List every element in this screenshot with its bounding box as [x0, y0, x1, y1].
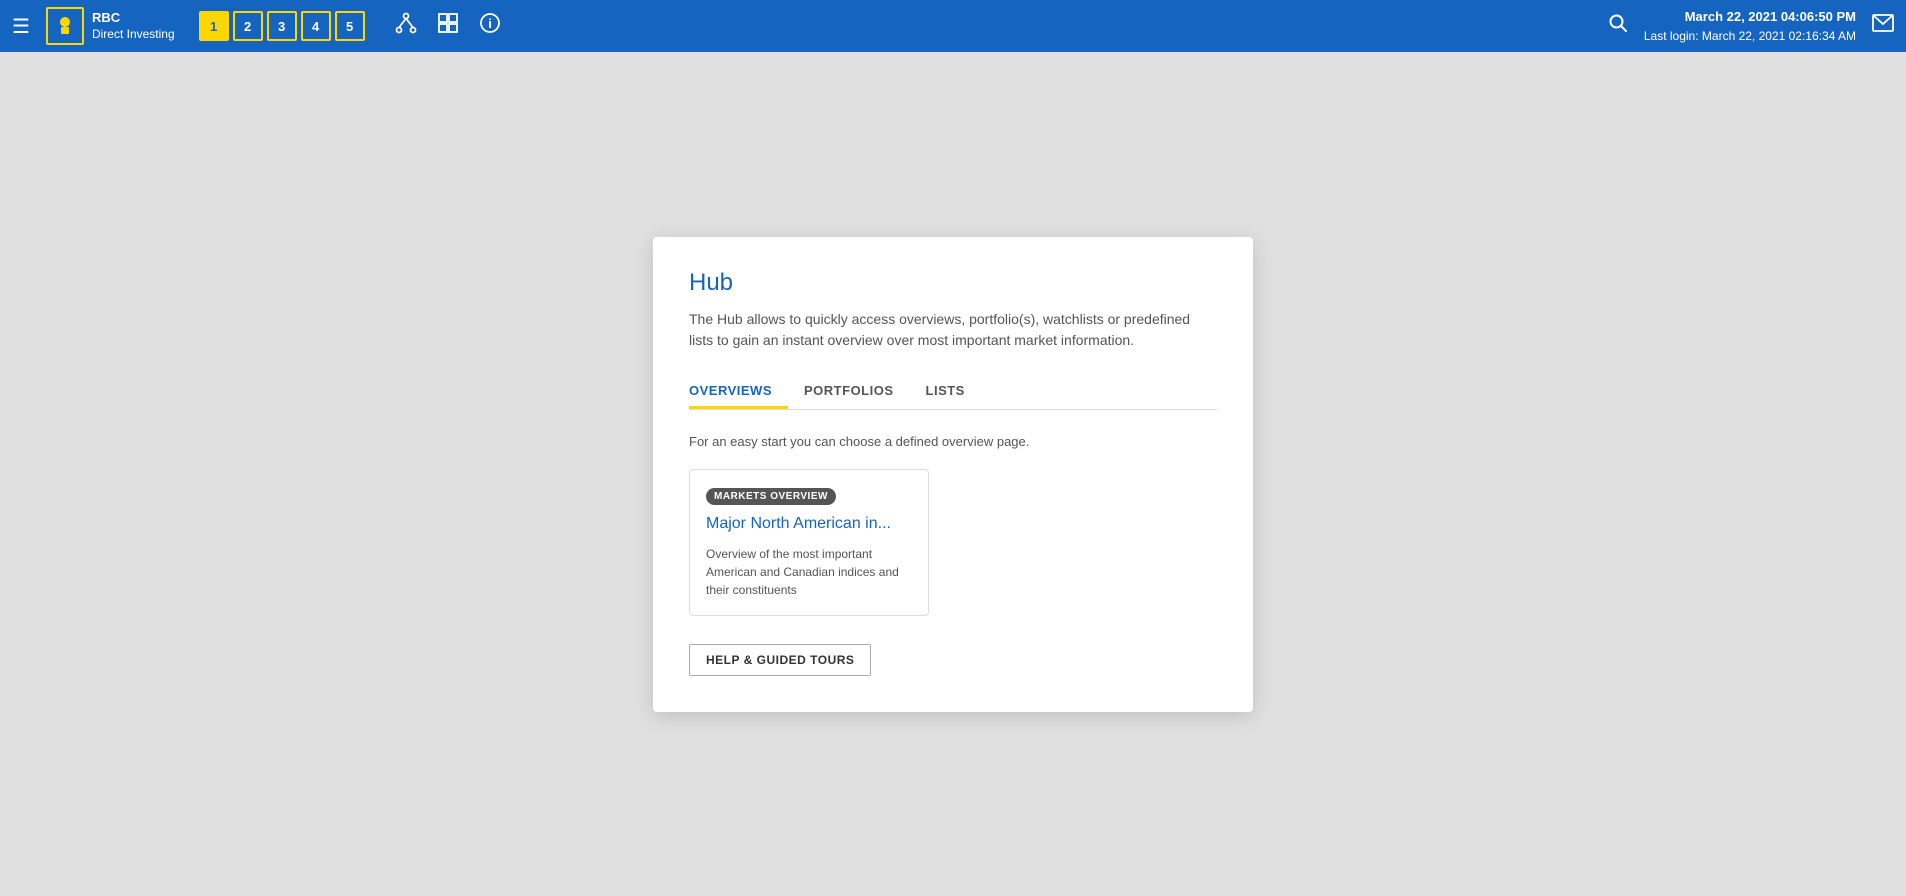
nav-left: ☰ RBC Direct Investing 1 2 3 4 5	[12, 7, 501, 45]
overview-card[interactable]: MARKETS OVERVIEW Major North American in…	[689, 469, 929, 616]
crosshair-icon[interactable]	[437, 12, 459, 40]
tab-lists[interactable]: LISTS	[910, 375, 981, 409]
tab-overviews[interactable]: OVERVIEWS	[689, 375, 788, 409]
card-badge: MARKETS OVERVIEW	[706, 488, 836, 505]
nav-datetime: March 22, 2021 04:06:50 PM Last login: M…	[1644, 7, 1856, 45]
hamburger-icon[interactable]: ☰	[12, 14, 30, 39]
envelope-icon[interactable]	[1872, 14, 1894, 38]
rbc-logo-box	[46, 7, 84, 45]
hub-title: Hub	[689, 269, 1217, 297]
card-title: Major North American in...	[706, 515, 912, 533]
nav-tabs: 1 2 3 4 5	[199, 11, 365, 41]
svg-text:i: i	[488, 16, 492, 31]
nav-tab-3[interactable]: 3	[267, 11, 297, 41]
main-content: Hub The Hub allows to quickly access ove…	[0, 52, 1906, 896]
tab-portfolios[interactable]: PORTFOLIOS	[788, 375, 910, 409]
rbc-logo: RBC Direct Investing	[46, 7, 175, 45]
nav-tab-5[interactable]: 5	[335, 11, 365, 41]
help-guided-tours-button[interactable]: HELP & GUIDED TOURS	[689, 644, 871, 676]
nav-tab-4[interactable]: 4	[301, 11, 331, 41]
nav-tab-2[interactable]: 2	[233, 11, 263, 41]
hub-description: The Hub allows to quickly access overvie…	[689, 309, 1217, 351]
nav-right: March 22, 2021 04:06:50 PM Last login: M…	[1608, 7, 1894, 45]
tab-content-description: For an easy start you can choose a defin…	[689, 434, 1217, 449]
network-icon[interactable]	[395, 12, 417, 40]
nav-tab-1[interactable]: 1	[199, 11, 229, 41]
navbar: ☰ RBC Direct Investing 1 2 3 4 5	[0, 0, 1906, 52]
hub-tabs: OVERVIEWS PORTFOLIOS LISTS	[689, 375, 1217, 410]
info-icon[interactable]: i	[479, 12, 501, 40]
card-description: Overview of the most important American …	[706, 545, 912, 599]
rbc-brand-text: RBC Direct Investing	[92, 10, 175, 42]
nav-icons: i	[395, 12, 501, 40]
hub-modal: Hub The Hub allows to quickly access ove…	[653, 237, 1253, 712]
rbc-lion-icon	[53, 14, 77, 38]
search-icon[interactable]	[1608, 13, 1628, 39]
